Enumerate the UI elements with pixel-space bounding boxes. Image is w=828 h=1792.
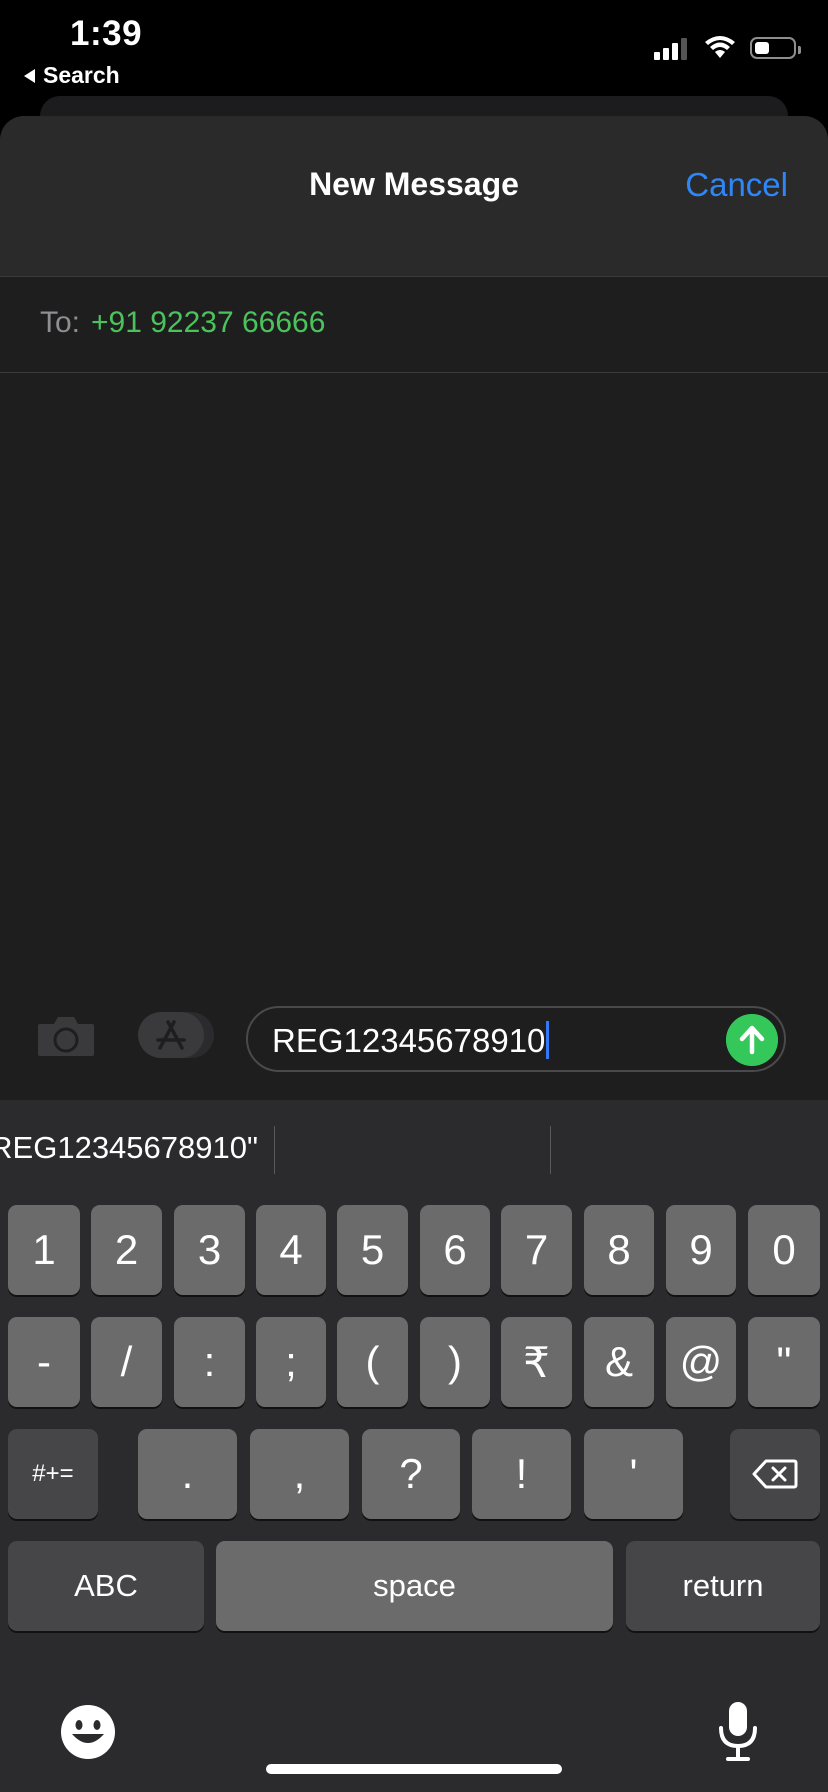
key-abc[interactable]: ABC xyxy=(8,1541,204,1631)
camera-icon[interactable] xyxy=(36,1014,96,1058)
microphone-icon[interactable] xyxy=(714,1700,762,1762)
keyboard: "REG12345678910" 1 2 3 4 5 6 7 8 9 0 - /… xyxy=(0,1100,828,1792)
key-open-paren[interactable]: ( xyxy=(337,1317,408,1407)
space-key[interactable]: space xyxy=(216,1541,613,1631)
key-quote[interactable]: " xyxy=(748,1317,820,1407)
message-input[interactable]: REG12345678910 xyxy=(246,1006,786,1072)
back-triangle-icon xyxy=(24,68,35,83)
compose-bar: REG12345678910 xyxy=(0,1000,828,1084)
recipient-field[interactable]: To: +91 92237 66666 xyxy=(0,276,828,373)
key-slash[interactable]: / xyxy=(91,1317,162,1407)
key-close-paren[interactable]: ) xyxy=(420,1317,490,1407)
key-semicolon[interactable]: ; xyxy=(256,1317,326,1407)
key-comma[interactable]: , xyxy=(250,1429,349,1519)
battery-level xyxy=(755,42,769,54)
wifi-icon xyxy=(705,36,735,58)
key-7[interactable]: 7 xyxy=(501,1205,572,1295)
prediction-divider xyxy=(550,1126,551,1174)
key-ampersand[interactable]: & xyxy=(584,1317,654,1407)
key-4[interactable]: 4 xyxy=(256,1205,326,1295)
key-5[interactable]: 5 xyxy=(337,1205,408,1295)
delete-backspace-icon xyxy=(752,1459,798,1489)
recipient-value[interactable]: +91 92237 66666 xyxy=(91,306,325,340)
key-colon[interactable]: : xyxy=(174,1317,245,1407)
return-key[interactable]: return xyxy=(626,1541,820,1631)
key-at[interactable]: @ xyxy=(666,1317,736,1407)
emoji-icon[interactable] xyxy=(60,1704,116,1760)
send-arrow-icon[interactable] xyxy=(726,1014,778,1066)
key-rupee[interactable]: ₹ xyxy=(501,1317,572,1407)
key-2[interactable]: 2 xyxy=(91,1205,162,1295)
key-question[interactable]: ? xyxy=(362,1429,460,1519)
cancel-button[interactable]: Cancel xyxy=(685,166,788,204)
back-to-search-label: Search xyxy=(43,62,120,88)
key-apostrophe[interactable]: ' xyxy=(584,1429,683,1519)
predictive-bar: "REG12345678910" xyxy=(0,1100,828,1196)
sheet-header: New Message Cancel xyxy=(0,116,828,277)
battery-icon xyxy=(750,37,801,59)
to-label: To: xyxy=(40,306,81,339)
message-input-text: REG12345678910 xyxy=(272,1022,546,1059)
key-8[interactable]: 8 xyxy=(584,1205,654,1295)
prediction-divider xyxy=(274,1126,275,1174)
key-exclamation[interactable]: ! xyxy=(472,1429,571,1519)
prediction-suggestion[interactable]: "REG12345678910" xyxy=(0,1130,258,1166)
key-3[interactable]: 3 xyxy=(174,1205,245,1295)
key-6[interactable]: 6 xyxy=(420,1205,490,1295)
key-9[interactable]: 9 xyxy=(666,1205,736,1295)
key-more-symbols[interactable]: #+= xyxy=(8,1429,98,1519)
key-hyphen[interactable]: - xyxy=(8,1317,80,1407)
cellular-signal-icon xyxy=(654,36,690,60)
status-time: 1:39 xyxy=(70,14,143,53)
key-period[interactable]: . xyxy=(138,1429,237,1519)
app-store-icon[interactable] xyxy=(138,1010,214,1060)
delete-key[interactable] xyxy=(730,1429,820,1519)
back-to-search-button[interactable]: Search xyxy=(24,62,120,89)
home-indicator[interactable] xyxy=(266,1764,562,1774)
status-bar: 1:39 Search xyxy=(0,0,828,100)
text-caret xyxy=(546,1021,550,1060)
key-0[interactable]: 0 xyxy=(748,1205,820,1295)
status-indicators xyxy=(654,36,801,60)
key-1[interactable]: 1 xyxy=(8,1205,80,1295)
